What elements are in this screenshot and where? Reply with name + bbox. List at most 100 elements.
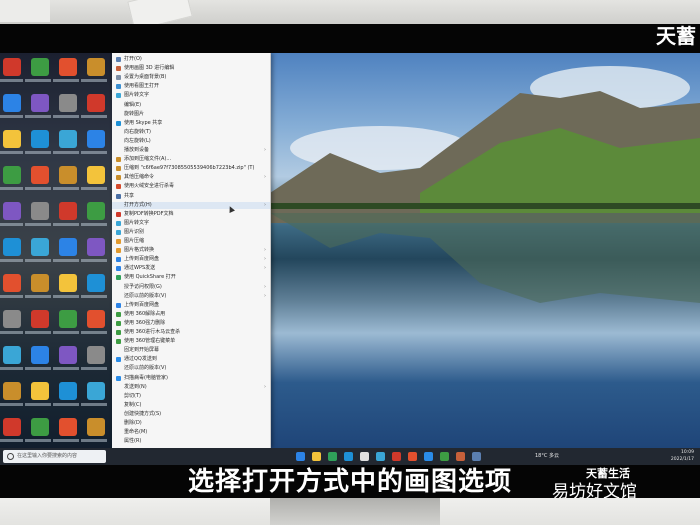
- context-menu-item[interactable]: 上传到百度网盘: [112, 302, 270, 309]
- desktop-shortcut-icon[interactable]: [31, 274, 49, 292]
- context-menu-item[interactable]: 向左旋转(L): [112, 138, 270, 145]
- context-menu-item[interactable]: 固定到开始屏幕: [112, 347, 270, 354]
- taskbar-search-box[interactable]: 在这里输入你要搜索的内容: [3, 450, 106, 463]
- context-menu-item[interactable]: 使用 360解除占用: [112, 311, 270, 318]
- context-menu-item[interactable]: 复制(C): [112, 402, 270, 409]
- desktop-shortcut-icon[interactable]: [59, 130, 77, 148]
- context-menu-item[interactable]: 打开方式(H) ›: [112, 201, 270, 209]
- context-menu-item[interactable]: 图片转文字: [112, 92, 270, 99]
- context-menu-item[interactable]: 属性(R): [112, 438, 270, 445]
- desktop-shortcut-icon[interactable]: [87, 166, 105, 184]
- context-menu-item[interactable]: 使用 360进行木马云查杀: [112, 329, 270, 336]
- desktop-shortcut-icon[interactable]: [31, 202, 49, 220]
- taskbar-app-icon[interactable]: [328, 452, 337, 461]
- taskbar-app-icon[interactable]: [376, 452, 385, 461]
- desktop-shortcut-icon[interactable]: [3, 94, 21, 112]
- context-menu-item[interactable]: 设置为桌面背景(B): [112, 74, 270, 81]
- desktop-shortcut-icon[interactable]: [59, 238, 77, 256]
- context-menu-item[interactable]: 授予访问权限(G) ›: [112, 284, 270, 291]
- context-menu-item[interactable]: 通过WPS发送 ›: [112, 265, 270, 272]
- context-menu-item[interactable]: 使用看图王打开: [112, 83, 270, 90]
- taskbar-app-icon[interactable]: [360, 452, 369, 461]
- context-menu-item[interactable]: 重命名(M): [112, 429, 270, 436]
- desktop-shortcut-icon[interactable]: [87, 382, 105, 400]
- context-menu-item[interactable]: 共享: [112, 193, 270, 200]
- context-menu-item[interactable]: 创建快捷方式(S): [112, 411, 270, 418]
- context-menu-item[interactable]: 还原以前的版本(V): [112, 365, 270, 372]
- taskbar-app-icon[interactable]: [296, 452, 305, 461]
- context-menu-item[interactable]: 使用 Skype 共享: [112, 120, 270, 127]
- desktop-shortcut-icon[interactable]: [3, 418, 21, 436]
- desktop-shortcut-icon[interactable]: [3, 346, 21, 364]
- desktop-shortcut-icon[interactable]: [87, 130, 105, 148]
- desktop-shortcut-icon[interactable]: [31, 310, 49, 328]
- context-menu-item[interactable]: 向右旋转(T): [112, 129, 270, 136]
- desktop-shortcut-icon[interactable]: [87, 202, 105, 220]
- desktop-shortcut-icon[interactable]: [31, 346, 49, 364]
- desktop-shortcut-icon[interactable]: [59, 382, 77, 400]
- context-menu-item[interactable]: 使用 QuickShare 打开: [112, 274, 270, 281]
- context-menu-item[interactable]: 上传到百度网盘 ›: [112, 256, 270, 263]
- desktop-shortcut-icon[interactable]: [59, 58, 77, 76]
- taskbar-app-icon[interactable]: [440, 452, 449, 461]
- taskbar-app-icon[interactable]: [408, 452, 417, 461]
- context-menu-item[interactable]: 使用 360管理右键菜单: [112, 338, 270, 345]
- desktop-shortcut-icon[interactable]: [87, 238, 105, 256]
- context-menu-item[interactable]: 剪切(T): [112, 393, 270, 400]
- context-menu-item[interactable]: 播放到设备 ›: [112, 147, 270, 154]
- context-menu-item[interactable]: 编辑(E): [112, 102, 270, 109]
- context-menu-item[interactable]: 打开(O): [112, 56, 270, 63]
- desktop-shortcut-icon[interactable]: [59, 94, 77, 112]
- desktop-shortcut-icon[interactable]: [3, 58, 21, 76]
- context-menu-item[interactable]: 旋转图片: [112, 111, 270, 118]
- desktop-shortcut-icon[interactable]: [87, 58, 105, 76]
- desktop-shortcut-icon[interactable]: [3, 310, 21, 328]
- desktop-shortcut-icon[interactable]: [59, 166, 77, 184]
- desktop-shortcut-icon[interactable]: [59, 202, 77, 220]
- context-menu-item[interactable]: 图片格式转换 ›: [112, 247, 270, 254]
- desktop-shortcut-icon[interactable]: [87, 418, 105, 436]
- context-menu-item[interactable]: 发送到(N) ›: [112, 384, 270, 391]
- taskbar-app-icon[interactable]: [472, 452, 481, 461]
- desktop-shortcut-icon[interactable]: [87, 346, 105, 364]
- desktop-shortcut-icon[interactable]: [3, 202, 21, 220]
- desktop-shortcut-icon[interactable]: [3, 130, 21, 148]
- context-menu-item[interactable]: 添加到压缩文件(A)...: [112, 156, 270, 163]
- context-menu-item[interactable]: 删除(D): [112, 420, 270, 427]
- weather-widget[interactable]: 18°C 多云: [535, 448, 559, 465]
- taskbar-folder-icon[interactable]: [312, 452, 321, 461]
- context-menu-item[interactable]: 还原以前的版本(V) ›: [112, 293, 270, 300]
- desktop-shortcut-icon[interactable]: [87, 94, 105, 112]
- desktop-shortcut-icon[interactable]: [59, 274, 77, 292]
- context-menu-item[interactable]: 图片识别: [112, 229, 270, 236]
- desktop-shortcut-icon[interactable]: [59, 346, 77, 364]
- taskbar-app-icon[interactable]: [424, 452, 433, 461]
- context-menu-item[interactable]: 其他压缩命令 ›: [112, 174, 270, 181]
- context-menu-item[interactable]: 复制PDF转换PDF文档: [112, 211, 270, 218]
- desktop-shortcut-icon[interactable]: [3, 382, 21, 400]
- desktop-shortcut-icon[interactable]: [59, 310, 77, 328]
- desktop-shortcut-icon[interactable]: [31, 94, 49, 112]
- taskbar-edge-icon[interactable]: [344, 452, 353, 461]
- context-menu-item[interactable]: 使用火绒安全进行杀毒: [112, 183, 270, 190]
- context-menu-item[interactable]: 图片转文字: [112, 220, 270, 227]
- context-menu-item[interactable]: 图片压缩: [112, 238, 270, 245]
- system-clock[interactable]: 10:09 2022/1/17: [671, 449, 694, 463]
- desktop-shortcut-icon[interactable]: [31, 418, 49, 436]
- desktop-shortcut-icon[interactable]: [59, 418, 77, 436]
- taskbar-wps-icon[interactable]: [392, 452, 401, 461]
- context-menu-item[interactable]: 压缩到 "c6f6ae97f73085505539406b7223b4.zip"…: [112, 165, 270, 172]
- desktop-shortcut-icon[interactable]: [87, 274, 105, 292]
- desktop-shortcut-icon[interactable]: [87, 310, 105, 328]
- desktop-shortcut-icon[interactable]: [3, 166, 21, 184]
- desktop-shortcut-icon[interactable]: [3, 238, 21, 256]
- context-menu-item[interactable]: 扫描病毒(电脑管家): [112, 375, 270, 382]
- context-menu-item[interactable]: 使用 360强力删除: [112, 320, 270, 327]
- desktop-shortcut-icon[interactable]: [31, 238, 49, 256]
- desktop-shortcut-icon[interactable]: [31, 166, 49, 184]
- desktop-shortcut-icon[interactable]: [31, 130, 49, 148]
- desktop-shortcut-icon[interactable]: [31, 382, 49, 400]
- search-input[interactable]: 在这里输入你要搜索的内容: [17, 450, 77, 463]
- desktop-shortcut-icon[interactable]: [3, 274, 21, 292]
- context-menu-item[interactable]: 通过QQ发送到: [112, 356, 270, 363]
